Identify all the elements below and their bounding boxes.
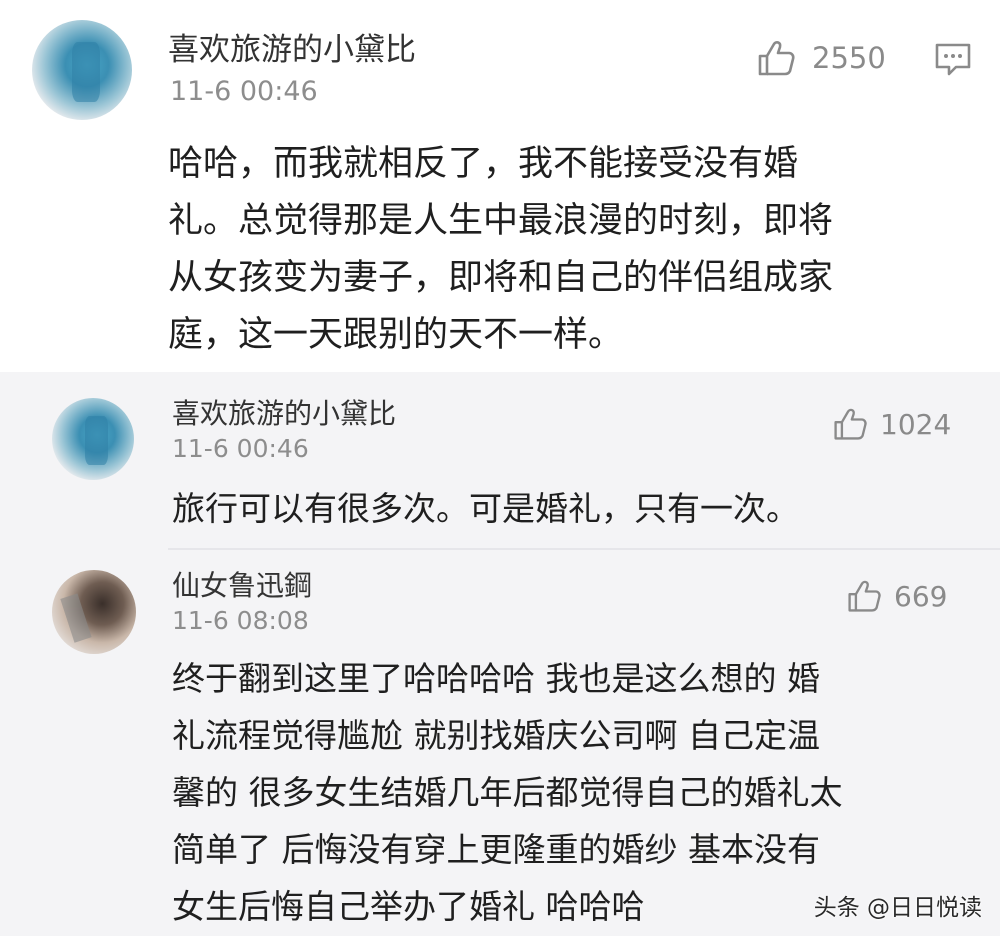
thumbs-up-icon bbox=[848, 580, 881, 612]
reply-line: 礼流程觉得尴尬 就别找婚庆公司啊 自己定温 bbox=[172, 716, 820, 755]
comment-body: 哈哈，而我就相反了，我不能接受没有婚 礼。总觉得那是人生中最浪漫的时刻，即将 从… bbox=[168, 136, 833, 364]
thumbs-up-icon bbox=[758, 41, 795, 76]
avatar[interactable] bbox=[52, 570, 136, 654]
reply-timestamp: 11-6 08:08 bbox=[172, 606, 309, 635]
divider bbox=[168, 548, 1000, 550]
comment-timestamp: 11-6 00:46 bbox=[170, 76, 318, 107]
reply-line: 旅行可以有很多次。可是婚礼，只有一次。 bbox=[172, 489, 799, 528]
reply-body: 旅行可以有很多次。可是婚礼，只有一次。 bbox=[172, 480, 799, 537]
avatar[interactable] bbox=[52, 398, 134, 480]
comment-icon[interactable] bbox=[934, 41, 972, 77]
avatar[interactable] bbox=[32, 20, 132, 120]
reply-username[interactable]: 喜欢旅游的小黛比 bbox=[172, 392, 396, 432]
like-button[interactable]: 2550 bbox=[756, 38, 886, 78]
comment-username[interactable]: 喜欢旅游的小黛比 bbox=[168, 24, 416, 69]
reply-timestamp: 11-6 00:46 bbox=[172, 434, 309, 463]
like-button[interactable]: 669 bbox=[846, 578, 947, 614]
comment-thread: 喜欢旅游的小黛比 11-6 00:46 2550 哈哈，而我就相反了，我不能接受… bbox=[0, 0, 1000, 936]
comment-card: 喜欢旅游的小黛比 11-6 00:46 2550 哈哈，而我就相反了，我不能接受… bbox=[0, 0, 1000, 372]
reply-line: 馨的 很多女生结婚几年后都觉得自己的婚礼太 bbox=[172, 773, 843, 812]
reply-line: 终于翻到这里了哈哈哈哈 我也是这么想的 婚 bbox=[172, 659, 820, 698]
comment-line: 从女孩变为妻子，即将和自己的伴侣组成家 bbox=[168, 258, 834, 298]
like-count: 2550 bbox=[812, 41, 886, 75]
watermark: 头条 @日日悦读 bbox=[813, 895, 982, 921]
reply-line: 女生后悔自己举办了婚礼 哈哈哈 bbox=[172, 887, 645, 926]
reply-line: 简单了 后悔没有穿上更隆重的婚纱 基本没有 bbox=[172, 830, 820, 869]
reply-username[interactable]: 仙女鲁迅鋼 bbox=[172, 564, 312, 604]
like-button[interactable]: 1024 bbox=[832, 406, 951, 442]
thumbs-up-icon bbox=[834, 408, 867, 440]
comment-line: 庭，这一天跟别的天不一样。 bbox=[168, 315, 624, 355]
comment-line: 哈哈，而我就相反了，我不能接受没有婚 bbox=[168, 144, 799, 184]
like-count: 1024 bbox=[880, 407, 952, 441]
comment-line: 礼。总觉得那是人生中最浪漫的时刻，即将 bbox=[168, 201, 834, 241]
like-count: 669 bbox=[894, 579, 948, 613]
reply-body: 终于翻到这里了哈哈哈哈 我也是这么想的 婚 礼流程觉得尴尬 就别找婚庆公司啊 自… bbox=[172, 650, 843, 935]
